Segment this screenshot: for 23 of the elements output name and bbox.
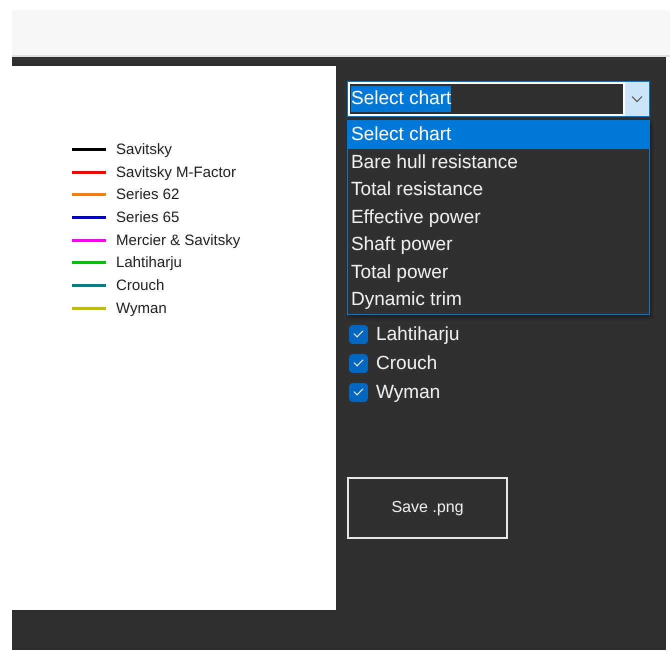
dropdown-option[interactable]: Shaft power bbox=[348, 231, 649, 258]
legend-label: Series 65 bbox=[116, 208, 180, 226]
save-button[interactable]: Save .png bbox=[347, 477, 508, 539]
dropdown-option[interactable]: Total power bbox=[348, 258, 649, 286]
dropdown-option[interactable]: Effective power bbox=[348, 204, 649, 231]
legend-label: Wyman bbox=[116, 300, 167, 317]
legend-label: Series 62 bbox=[116, 186, 180, 204]
checkbox[interactable] bbox=[349, 354, 368, 373]
dropdown-option[interactable]: Bare hull resistance bbox=[348, 148, 649, 176]
legend-label: Savitsky bbox=[116, 140, 172, 158]
checkbox-label: Wyman bbox=[376, 382, 440, 404]
checkbox[interactable] bbox=[349, 383, 368, 402]
legend-label: Lahtiharju bbox=[116, 254, 182, 272]
legend-label: Savitsky M-Factor bbox=[116, 164, 236, 181]
checkbox-label: Lahtiharju bbox=[376, 324, 460, 346]
legend-label: Mercier & Savitsky bbox=[116, 232, 240, 249]
checkbox-label: Crouch bbox=[376, 352, 438, 374]
dropdown-option[interactable]: Select chart bbox=[348, 121, 649, 148]
chevron-down-icon bbox=[631, 95, 643, 103]
dropdown-option[interactable]: Dynamic trim bbox=[348, 286, 649, 314]
dropdown-option[interactable]: Total resistance bbox=[348, 176, 649, 204]
checkbox[interactable] bbox=[349, 325, 368, 344]
legend-label: Crouch bbox=[116, 276, 164, 294]
